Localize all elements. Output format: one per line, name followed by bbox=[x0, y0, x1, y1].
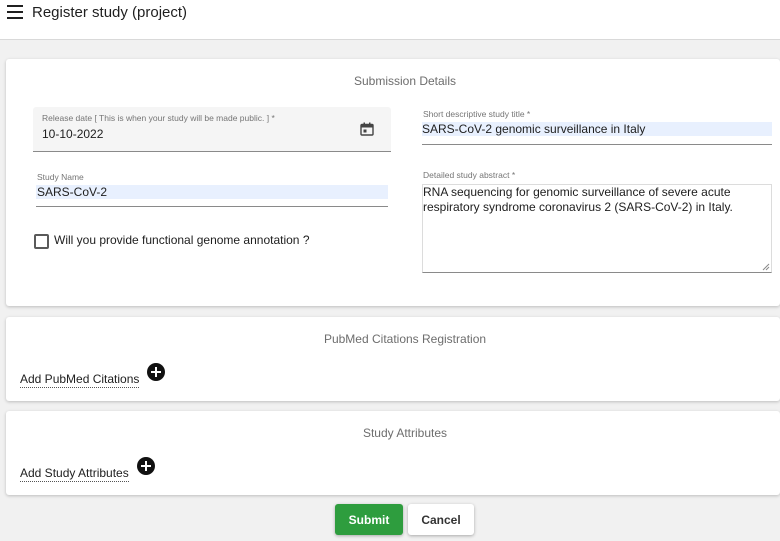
app-bar: Register study (project) bbox=[0, 0, 780, 40]
calendar-icon[interactable] bbox=[360, 122, 374, 136]
page-title: Register study (project) bbox=[32, 4, 188, 21]
study-name-value: SARS-CoV-2 bbox=[37, 185, 108, 199]
study-attributes-card: Study Attributes Add Study Attributes bbox=[6, 411, 780, 495]
cancel-button[interactable]: Cancel bbox=[408, 504, 474, 535]
release-date-label: Release date [ This is when your study w… bbox=[42, 113, 275, 123]
pubmed-card: PubMed Citations Registration Add PubMed… bbox=[6, 317, 780, 401]
study-title-underline bbox=[422, 144, 772, 145]
functional-annotation-label: Will you provide functional genome annot… bbox=[54, 233, 310, 247]
study-title-value: SARS-CoV-2 genomic surveillance in Italy bbox=[422, 122, 646, 136]
pubmed-title: PubMed Citations Registration bbox=[323, 332, 487, 346]
study-abstract-value: RNA sequencing for genomic surveillance … bbox=[423, 185, 733, 214]
study-name-label: Study Name bbox=[37, 172, 84, 182]
study-attributes-title: Study Attributes bbox=[362, 426, 448, 440]
submit-button[interactable]: Submit bbox=[335, 504, 403, 535]
release-date-field[interactable]: Release date [ This is when your study w… bbox=[33, 107, 391, 152]
study-title-label: Short descriptive study title * bbox=[423, 109, 531, 119]
add-pubmed-citations-icon[interactable] bbox=[147, 363, 165, 381]
study-name-underline bbox=[36, 206, 388, 207]
submission-details-title: Submission Details bbox=[353, 74, 457, 88]
study-abstract-label: Detailed study abstract * bbox=[423, 170, 516, 180]
add-study-attributes-link[interactable]: Add Study Attributes bbox=[20, 466, 129, 482]
resize-grip-icon[interactable] bbox=[762, 263, 770, 271]
functional-annotation-checkbox[interactable] bbox=[34, 234, 49, 249]
study-abstract-textarea[interactable]: RNA sequencing for genomic surveillance … bbox=[422, 184, 772, 273]
release-date-value: 10-10-2022 bbox=[42, 127, 104, 141]
menu-icon[interactable] bbox=[7, 5, 23, 19]
add-pubmed-citations-link[interactable]: Add PubMed Citations bbox=[20, 372, 140, 388]
submission-details-card: Submission Details Release date [ This i… bbox=[6, 59, 780, 306]
add-study-attributes-icon[interactable] bbox=[137, 457, 155, 475]
